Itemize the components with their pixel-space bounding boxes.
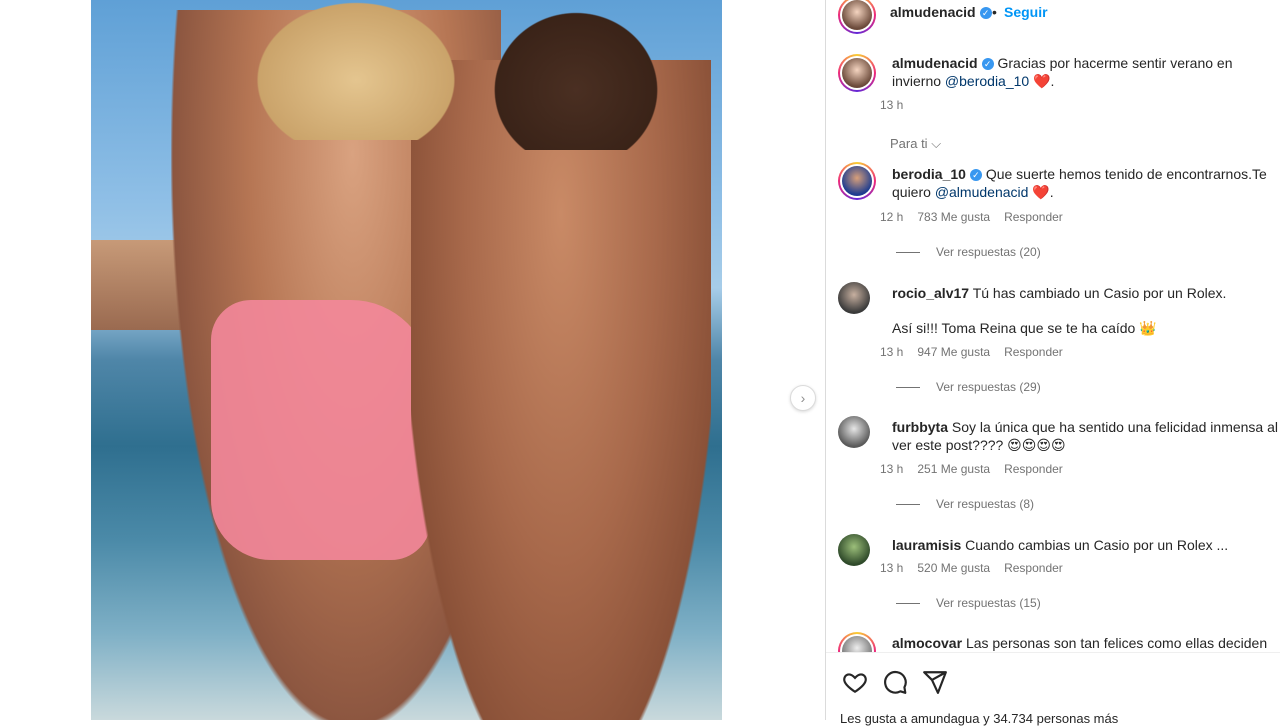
caption-mention[interactable]: @berodia_10 — [945, 73, 1029, 89]
comment-likes[interactable]: 251 Me gusta — [917, 462, 990, 476]
view-replies-label: Ver respuestas (15) — [936, 596, 1041, 610]
reply-button[interactable]: Responder — [1004, 561, 1063, 575]
comment-username[interactable]: berodia_10 — [892, 166, 966, 182]
view-replies-button[interactable]: Ver respuestas (15) — [896, 596, 1041, 610]
photo-man — [411, 60, 711, 720]
replies-divider — [896, 503, 920, 505]
comment-filter[interactable]: Para ti ⌵ — [890, 136, 941, 152]
heart-emoji-icon: ❤️ — [1032, 184, 1050, 200]
likes-summary[interactable]: Les gusta a amundagua y 34.734 personas … — [840, 711, 1118, 726]
comment-body: lauramisis Cuando cambias un Casio por u… — [892, 536, 1278, 554]
comment-text-line-2: Así si!!! Toma Reina que se te ha caído … — [892, 320, 1157, 336]
share-icon[interactable] — [922, 669, 948, 695]
view-replies-button[interactable]: Ver respuestas (29) — [896, 380, 1041, 394]
comment-body: berodia_10 ✓ Que suerte hemos tenido de e… — [892, 165, 1278, 201]
chevron-right-icon: › — [800, 390, 806, 406]
action-bar: Les gusta a amundagua y 34.734 personas … — [826, 652, 1280, 726]
caption-meta: 13 h — [880, 98, 903, 112]
comment-username[interactable]: furbbyta — [892, 419, 948, 435]
follow-button[interactable]: Seguir — [1004, 4, 1048, 20]
comment-time: 12 h — [880, 210, 904, 224]
comment-meta: 12 h 783 Me gusta Responder — [880, 210, 1063, 224]
caption-suffix: . — [1050, 73, 1055, 89]
comment-text: Tú has cambiado un Casio por un Rolex. — [972, 285, 1227, 301]
commenter-avatar[interactable] — [838, 416, 870, 448]
post-header: almudenacid ✓ • Seguir — [826, 0, 1280, 34]
caption-avatar[interactable] — [838, 54, 876, 92]
left-margin — [0, 0, 91, 720]
verified-icon: ✓ — [979, 7, 992, 20]
view-replies-label: Ver respuestas (29) — [936, 380, 1041, 394]
heart-icon[interactable] — [842, 669, 868, 695]
comment-username[interactable]: lauramisis — [892, 537, 961, 553]
comment-likes[interactable]: 783 Me gusta — [917, 210, 990, 224]
comment-text: Cuando cambias un Casio por un Rolex ... — [965, 537, 1229, 553]
separator-dot: • — [992, 4, 997, 20]
photo-hair — [481, 0, 671, 150]
comment-username[interactable]: rocio_alv17 — [892, 285, 969, 301]
comment-meta: 13 h 520 Me gusta Responder — [880, 561, 1063, 575]
replies-divider — [896, 251, 920, 253]
reply-button[interactable]: Responder — [1004, 462, 1063, 476]
comment-time: 13 h — [880, 462, 904, 476]
comment-suffix: . — [1049, 184, 1054, 200]
caption-time: 13 h — [880, 98, 904, 112]
commenter-avatar[interactable] — [838, 162, 876, 200]
author-username[interactable]: almudenacid ✓ — [890, 4, 992, 20]
view-replies-label: Ver respuestas (20) — [936, 245, 1041, 259]
comment-body: furbbyta Soy la única que ha sentido una… — [892, 418, 1278, 454]
comment-body: rocio_alv17 Tú has cambiado un Casio por… — [892, 284, 1278, 337]
view-replies-button[interactable]: Ver respuestas (8) — [896, 497, 1034, 511]
comment-likes[interactable]: 947 Me gusta — [917, 345, 990, 359]
verified-icon: ✓ — [981, 58, 994, 71]
comment-text: Soy la única que ha sentido una felicida… — [892, 419, 1278, 453]
reply-button[interactable]: Responder — [1004, 345, 1063, 359]
comment-username[interactable]: almocovar — [892, 635, 962, 651]
heart-emoji-icon: ❤️ — [1033, 73, 1051, 89]
commenter-avatar[interactable] — [838, 534, 870, 566]
comment-time: 13 h — [880, 345, 904, 359]
comment-meta: 13 h 251 Me gusta Responder — [880, 462, 1063, 476]
photo-hat — [241, 0, 471, 140]
comment-meta: 13 h 947 Me gusta Responder — [880, 345, 1063, 359]
post-photo[interactable] — [91, 0, 722, 720]
replies-divider — [896, 602, 920, 604]
comment-mention[interactable]: @almudenacid — [935, 184, 1029, 200]
comments-panel: almudenacid ✓ • Seguir almudenacid ✓ Graci… — [825, 0, 1280, 726]
next-photo-button[interactable]: › — [790, 385, 816, 411]
view-replies-button[interactable]: Ver respuestas (20) — [896, 245, 1041, 259]
author-avatar[interactable] — [838, 0, 876, 34]
commenter-avatar[interactable] — [838, 282, 870, 314]
comment-filter-label: Para ti — [890, 136, 928, 151]
photo-swimsuit — [211, 300, 431, 560]
view-replies-label: Ver respuestas (8) — [936, 497, 1035, 511]
verified-icon: ✓ — [969, 169, 982, 182]
comment-icon[interactable] — [882, 669, 908, 695]
caption-body: almudenacid ✓ Gracias por hacerme sentir … — [892, 54, 1278, 90]
chevron-down-icon: ⌵ — [931, 136, 942, 151]
reply-button[interactable]: Responder — [1004, 210, 1063, 224]
caption-username[interactable]: almudenacid — [892, 55, 978, 71]
comment-time: 13 h — [880, 561, 904, 575]
replies-divider — [896, 386, 920, 388]
comment-likes[interactable]: 520 Me gusta — [917, 561, 990, 575]
